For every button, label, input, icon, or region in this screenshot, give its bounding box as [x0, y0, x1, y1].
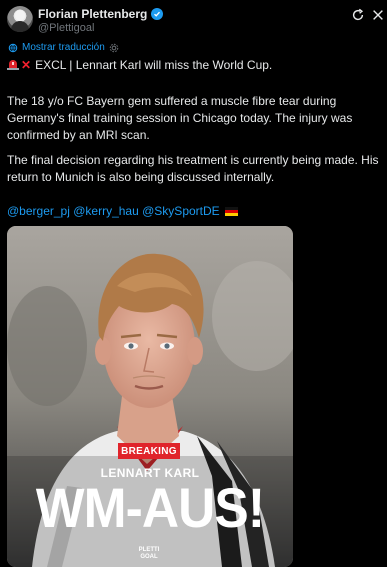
tweet-header: Florian Plettenberg @Plettigoal: [0, 0, 387, 40]
tweet-mentions: @berger_pj @kerry_hau @SkySportDE: [7, 203, 382, 220]
mention-link[interactable]: @SkySportDE: [142, 204, 220, 218]
translation-label[interactable]: Mostrar traducción: [22, 42, 105, 53]
tweet-paragraph-1: The 18 y/o FC Bayern gem suffered a musc…: [7, 94, 353, 142]
translate-gear-icon[interactable]: [109, 43, 119, 53]
mention-link[interactable]: @berger_pj: [7, 204, 70, 218]
translate-icon: [8, 43, 18, 52]
siren-emoji-icon: [7, 60, 19, 70]
author-name[interactable]: Florian Plettenberg: [38, 7, 147, 21]
tweet-headline-text: EXCL | Lennart Karl will miss the World …: [35, 58, 273, 72]
show-translation[interactable]: Mostrar traducción: [8, 42, 119, 53]
media-headline: WM-AUS!: [35, 476, 265, 539]
breaking-badge: BREAKING: [118, 443, 180, 459]
mention-link[interactable]: @kerry_hau: [73, 204, 139, 218]
cross-mark-emoji-icon: ✕: [21, 58, 32, 72]
author-handle[interactable]: @Plettigoal: [38, 22, 94, 34]
tweet-headline: ✕ EXCL | Lennart Karl will miss the World…: [7, 57, 382, 74]
tweet-paragraph-2: The final decision regarding his treatme…: [7, 153, 379, 184]
verified-badge-icon: [151, 8, 164, 20]
germany-flag-icon: [225, 207, 239, 216]
plettigoal-logo: PLETTI GOAL: [138, 547, 160, 560]
close-icon[interactable]: [371, 8, 385, 22]
refresh-icon[interactable]: [351, 8, 365, 22]
author-name-row[interactable]: Florian Plettenberg: [38, 7, 164, 21]
avatar[interactable]: [7, 6, 33, 32]
